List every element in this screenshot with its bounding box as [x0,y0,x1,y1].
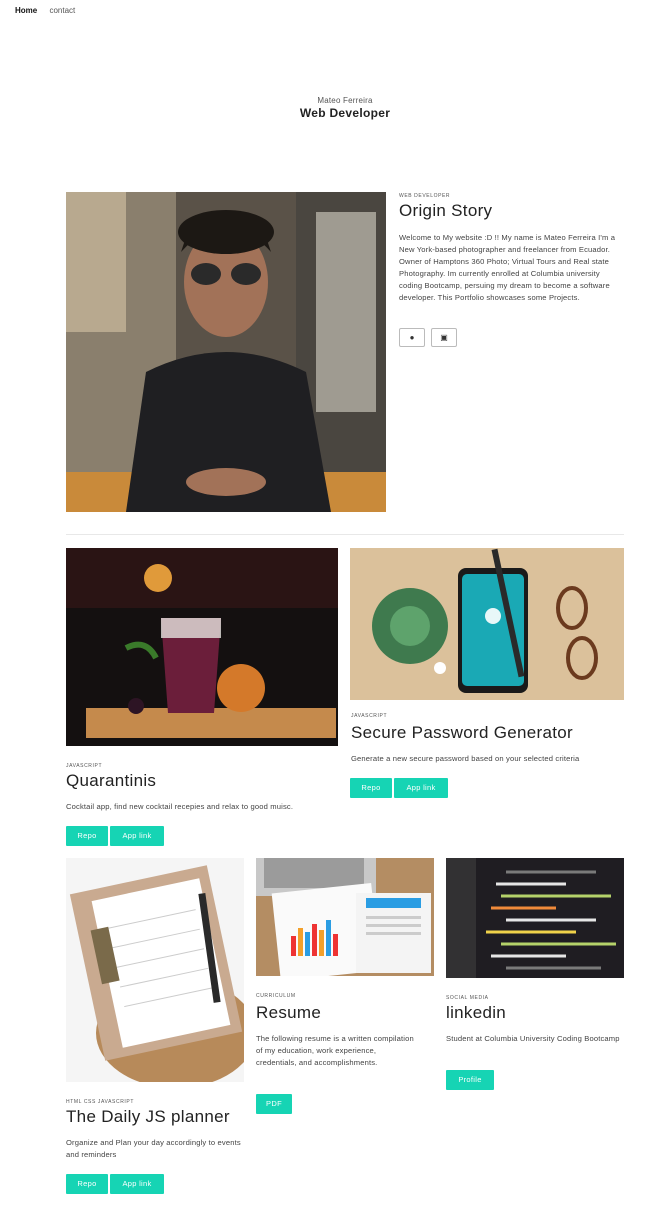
project-title: Quarantinis [66,771,157,790]
author-name: Mateo Ferreira [317,96,373,105]
project-eyebrow: JAVASCRIPT [66,763,103,769]
pdf-button[interactable]: PDF [256,1094,292,1114]
section-divider [66,534,624,535]
portrait-photo [66,192,386,512]
app-link-button[interactable]: App link [110,1174,164,1194]
app-link-button[interactable]: App link [110,826,164,846]
author-role: Web Developer [299,106,391,120]
project-eyebrow: SOCIAL MEDIA [446,995,489,1001]
project-description: Organize and Plan your day accordingly t… [66,1138,241,1159]
project-description: The following resume is a written compil… [256,1034,414,1067]
about-text: Welcome to My website :D !! My name is M… [399,233,616,302]
about-eyebrow: WEB DEVELOPER [399,193,451,199]
project-eyebrow: HTML CSS JAVASCRIPT [66,1099,134,1105]
password-generator-photo [350,548,624,700]
about-title: Origin Story [399,201,493,220]
resume-photo [256,858,434,976]
nav-home-link[interactable]: Home [15,6,37,15]
project-title: Secure Password Generator [351,723,573,742]
project-description: Generate a new secure password based on … [351,754,580,763]
profile-button[interactable]: Profile [446,1070,494,1090]
project-title: Resume [256,1003,322,1022]
hero-header: Mateo Ferreira Web Developer [0,96,658,120]
project-title: The Daily JS planner [66,1107,230,1126]
repo-button[interactable]: Repo [66,826,108,846]
linkedin-button[interactable]: ▣ [431,328,457,347]
linkedin-photo [446,858,624,978]
nav-contact-link[interactable]: contact [49,6,75,15]
project-eyebrow: CURRICULUM [256,993,296,999]
github-icon: ● [409,333,415,342]
repo-button[interactable]: Repo [350,778,392,798]
project-eyebrow: JAVASCRIPT [351,713,388,719]
project-description: Cocktail app, find new cocktail recepies… [66,802,294,811]
project-description: Student at Columbia University Coding Bo… [446,1034,620,1043]
github-button[interactable]: ● [399,328,425,347]
linkedin-icon: ▣ [440,333,448,342]
planner-photo [66,858,244,1082]
top-nav: Home contact [15,6,85,15]
quarantinis-photo [66,548,338,746]
repo-button[interactable]: Repo [66,1174,108,1194]
app-link-button[interactable]: App link [394,778,448,798]
project-title: linkedin [446,1003,507,1022]
